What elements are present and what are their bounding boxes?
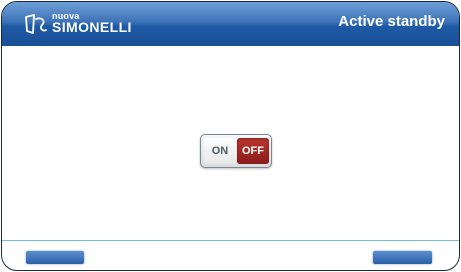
toggle-off-option[interactable]: OFF bbox=[237, 138, 269, 164]
footer-divider bbox=[2, 240, 459, 241]
standby-toggle[interactable]: ON OFF bbox=[200, 134, 272, 168]
screen-frame: nuova SIMONELLI Active standby ON OFF bbox=[1, 1, 460, 271]
home-button[interactable] bbox=[26, 251, 84, 264]
main-content: ON OFF bbox=[2, 46, 459, 240]
toggle-on-option[interactable]: ON bbox=[204, 138, 236, 164]
back-button[interactable] bbox=[373, 251, 432, 264]
header-bar: nuova SIMONELLI Active standby bbox=[2, 2, 459, 46]
brand-name: SIMONELLI bbox=[52, 19, 132, 35]
back-button-label bbox=[373, 251, 432, 264]
simonelli-logo-icon bbox=[25, 14, 47, 34]
page-title: Active standby bbox=[338, 13, 445, 30]
home-button-label bbox=[26, 251, 84, 264]
